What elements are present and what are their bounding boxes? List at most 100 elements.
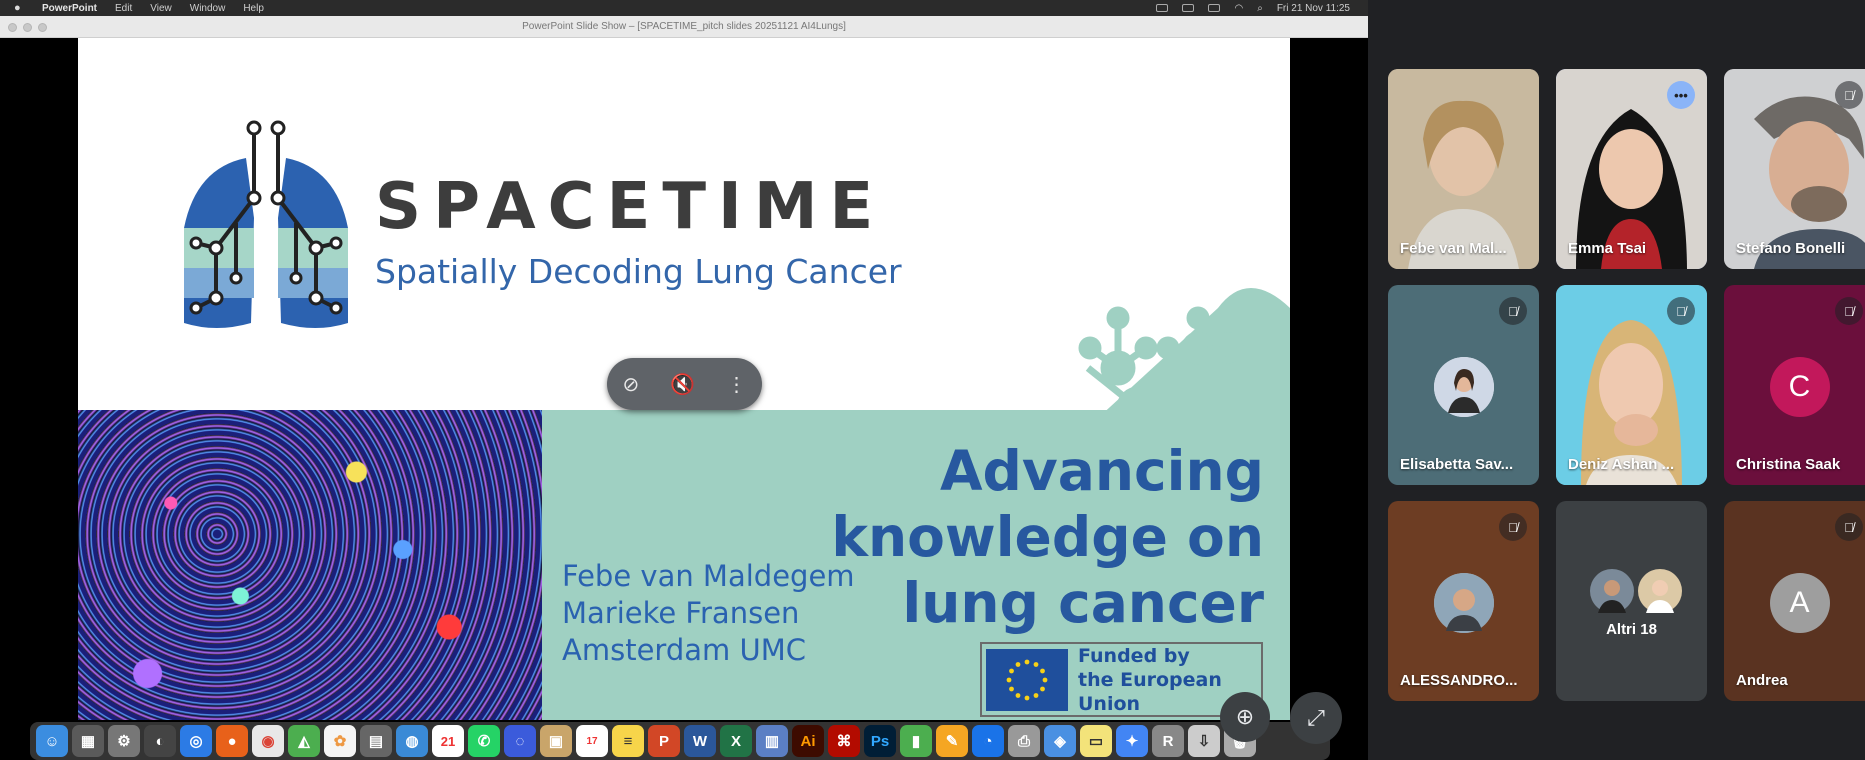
camera-icon[interactable] bbox=[1182, 4, 1195, 12]
microscopy-image bbox=[78, 410, 542, 720]
menu-app-name[interactable]: PowerPoint bbox=[42, 3, 97, 14]
numbers-icon[interactable]: ▮ bbox=[900, 725, 932, 757]
photos-icon[interactable]: ✿ bbox=[324, 725, 356, 757]
participant-avatar bbox=[1433, 357, 1494, 417]
downloads-icon[interactable]: ⇩ bbox=[1188, 725, 1220, 757]
signal-icon[interactable]: ◌ bbox=[504, 725, 536, 757]
unpin-icon[interactable]: ⊘ bbox=[623, 372, 640, 397]
menu-view[interactable]: View bbox=[150, 3, 172, 14]
participant-avatar bbox=[1638, 569, 1682, 613]
brand-subtitle: Spatially Decoding Lung Cancer bbox=[375, 252, 902, 291]
stickies-icon[interactable]: ▭ bbox=[1080, 725, 1112, 757]
participant-tile[interactable]: 🎙̸ ALESSANDRO... bbox=[1388, 501, 1539, 701]
app-icon[interactable]: ✦ bbox=[1116, 725, 1148, 757]
mic-off-icon: 🎙̸ bbox=[1835, 81, 1863, 109]
expand-icon[interactable]: ⤢ bbox=[1290, 692, 1342, 744]
lungs-logo-icon bbox=[184, 120, 348, 328]
author-line: Marieke Fransen bbox=[562, 596, 800, 630]
finder-icon[interactable]: ☺ bbox=[36, 725, 68, 757]
author-line: Amsterdam UMC bbox=[562, 633, 806, 667]
participant-tile[interactable]: ••• Emma Tsai bbox=[1556, 69, 1707, 269]
photoshop-icon[interactable]: Ps bbox=[864, 725, 896, 757]
participant-avatar bbox=[1590, 569, 1634, 613]
app-icon[interactable]: ▥ bbox=[756, 725, 788, 757]
participant-video bbox=[1388, 69, 1539, 269]
apple-icon[interactable]: ● bbox=[14, 2, 28, 14]
screen-record-icon[interactable] bbox=[1156, 4, 1169, 12]
participant-tile[interactable]: 🎙̸ Stefano Bonelli bbox=[1724, 69, 1865, 269]
calendar-day: 21 bbox=[440, 733, 456, 749]
more-options-icon[interactable]: ⋮ bbox=[726, 372, 746, 397]
close-window-button[interactable] bbox=[8, 23, 17, 32]
pages-icon[interactable]: ✎ bbox=[936, 725, 968, 757]
eu-flag-icon bbox=[986, 648, 1068, 711]
participant-tile[interactable]: Altri 18 bbox=[1556, 501, 1707, 701]
participant-name: Stefano Bonelli bbox=[1736, 240, 1846, 257]
firefox-icon[interactable]: ● bbox=[216, 725, 248, 757]
zoom-window-button[interactable] bbox=[38, 23, 47, 32]
participant-avatar: A bbox=[1769, 573, 1830, 633]
avatar-letter: C bbox=[1788, 370, 1811, 403]
illustrator-icon[interactable]: Ai bbox=[792, 725, 824, 757]
maps-icon[interactable]: ◭ bbox=[288, 725, 320, 757]
app-icon[interactable]: ◍ bbox=[396, 725, 428, 757]
app-icon[interactable]: ◈ bbox=[1044, 725, 1076, 757]
search-icon[interactable]: ⌕ bbox=[1257, 3, 1263, 14]
word-icon[interactable]: W bbox=[684, 725, 716, 757]
others-count: Altri 18 bbox=[1606, 621, 1657, 638]
window-controls bbox=[8, 23, 47, 32]
app-icon[interactable]: ◐ bbox=[144, 725, 176, 757]
r-icon[interactable]: R bbox=[1152, 725, 1184, 757]
participant-tile[interactable]: 🎙̸ Elisabetta Sav... bbox=[1388, 285, 1539, 485]
safari-icon[interactable]: ◎ bbox=[180, 725, 212, 757]
headline-line: Advancing bbox=[939, 439, 1264, 503]
participant-avatar bbox=[1433, 573, 1494, 633]
app-icon[interactable]: ◔ bbox=[972, 725, 1004, 757]
window-titlebar: PowerPoint Slide Show – [SPACETIME_pitch… bbox=[0, 16, 1368, 38]
notes-icon[interactable]: ≡ bbox=[612, 725, 644, 757]
reminders-icon[interactable]: 17 bbox=[576, 725, 608, 757]
dock: ☺ ▦ ⚙ ◐ ◎ ● ◉ ◭ ✿ ▤ ◍ 21 ✆ ◌ ▣ 17 ≡ P W … bbox=[30, 722, 1330, 760]
powerpoint-icon[interactable]: P bbox=[648, 725, 680, 757]
settings-icon[interactable]: ⚙ bbox=[108, 725, 140, 757]
wifi-icon[interactable]: ◠ bbox=[1234, 3, 1243, 14]
participant-tile[interactable]: 🎙̸ Deniz Ashan ... bbox=[1556, 285, 1707, 485]
calculator-icon[interactable]: ▤ bbox=[360, 725, 392, 757]
participant-tile[interactable]: A 🎙̸ Andrea bbox=[1724, 501, 1865, 701]
acrobat-icon[interactable]: ⌘ bbox=[828, 725, 860, 757]
menu-edit[interactable]: Edit bbox=[115, 3, 132, 14]
participant-name: Emma Tsai bbox=[1568, 240, 1647, 257]
mic-off-icon: 🎙̸ bbox=[1835, 513, 1863, 541]
participant-name: Elisabetta Sav... bbox=[1400, 456, 1514, 473]
app-icon[interactable]: ▣ bbox=[540, 725, 572, 757]
participant-tile[interactable]: Febe van Mal... bbox=[1388, 69, 1539, 269]
chrome-icon[interactable]: ◉ bbox=[252, 725, 284, 757]
menu-help[interactable]: Help bbox=[243, 3, 264, 14]
launchpad-icon[interactable]: ▦ bbox=[72, 725, 104, 757]
zoom-in-icon[interactable]: ⊕ bbox=[1220, 692, 1270, 742]
avatar-letter: A bbox=[1789, 586, 1810, 619]
volume-muted-icon[interactable]: 🔇 bbox=[670, 372, 695, 397]
calendar-icon[interactable]: 21 bbox=[432, 725, 464, 757]
printer-icon[interactable]: ⎙ bbox=[1008, 725, 1040, 757]
speaking-indicator-icon: ••• bbox=[1667, 81, 1695, 109]
mic-off-icon: 🎙̸ bbox=[1835, 297, 1863, 325]
clock[interactable]: Fri 21 Nov 11:25 bbox=[1277, 3, 1350, 14]
author-line: Febe van Maldegem bbox=[562, 559, 855, 593]
whatsapp-icon[interactable]: ✆ bbox=[468, 725, 500, 757]
participant-tile[interactable]: C 🎙̸ Christina Saak bbox=[1724, 285, 1865, 485]
battery-icon[interactable] bbox=[1208, 4, 1221, 12]
participant-name: Christina Saak bbox=[1736, 456, 1841, 473]
excel-icon[interactable]: X bbox=[720, 725, 752, 757]
mic-off-icon: 🎙̸ bbox=[1499, 513, 1527, 541]
participant-avatar: C bbox=[1769, 357, 1830, 417]
eu-text-line: Funded by bbox=[1078, 644, 1190, 667]
participant-name: Febe van Mal... bbox=[1400, 240, 1507, 257]
mic-off-icon: 🎙̸ bbox=[1499, 297, 1527, 325]
menu-bar: ● PowerPoint Edit View Window Help ◠ ⌕ F… bbox=[0, 0, 1368, 16]
brand-title: SPACETIME bbox=[375, 170, 886, 244]
menu-window[interactable]: Window bbox=[190, 3, 226, 14]
menubar-status: ◠ ⌕ Fri 21 Nov 11:25 bbox=[1156, 0, 1350, 16]
others-avatars bbox=[1590, 569, 1682, 613]
minimize-window-button[interactable] bbox=[23, 23, 32, 32]
